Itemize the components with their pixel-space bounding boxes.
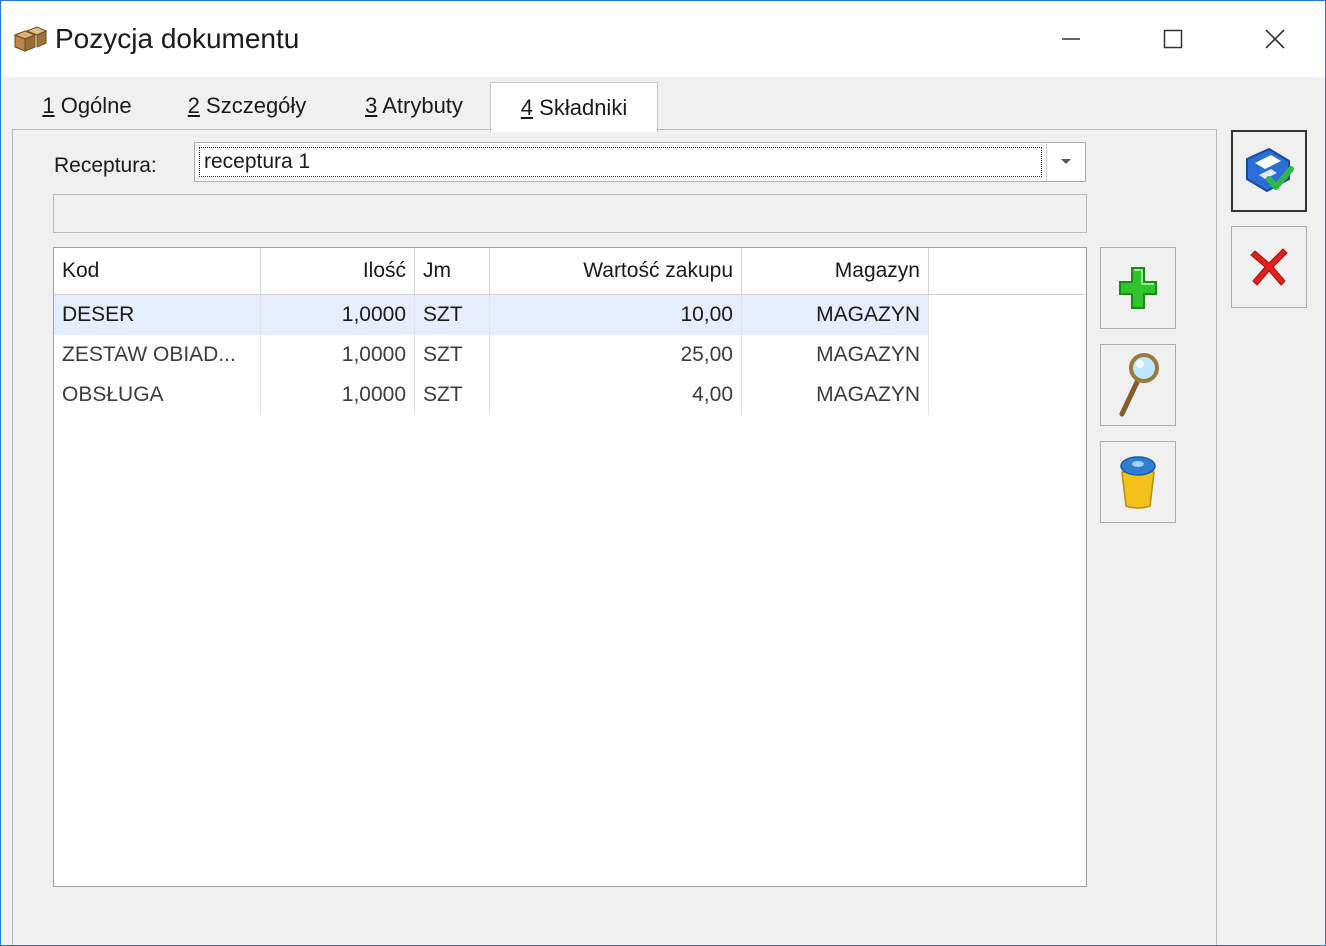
add-component-button[interactable] — [1100, 247, 1176, 329]
table-header: Kod Ilość Jm Wartość zakupu Magazyn — [54, 248, 1086, 295]
plus-icon — [1119, 267, 1157, 309]
save-icon — [1246, 147, 1294, 193]
chevron-down-icon — [1061, 159, 1071, 164]
recipe-select[interactable]: receptura 1 — [194, 142, 1086, 182]
cell-magazyn: MAGAZYN — [742, 335, 929, 375]
column-header-wartosc[interactable]: Wartość zakupu — [490, 248, 742, 294]
tab-components-label: Składniki — [533, 94, 628, 120]
cell-ilosc: 1,0000 — [261, 375, 415, 415]
recipe-dropdown-button[interactable] — [1046, 143, 1085, 181]
tab-general[interactable]: 1 Ogólne — [29, 81, 145, 131]
cell-wartosc: 10,00 — [490, 295, 742, 335]
magnifier-icon — [1119, 353, 1159, 417]
cancel-button[interactable] — [1231, 226, 1307, 308]
cell-kod: ZESTAW OBIAD... — [54, 335, 261, 375]
cell-jm: SZT — [415, 295, 490, 335]
minimize-icon — [1062, 38, 1080, 40]
recipe-select-value: receptura 1 — [199, 147, 1042, 177]
maximize-button[interactable] — [1143, 11, 1203, 67]
tab-attributes-label: Atrybuty — [377, 93, 463, 118]
tab-components[interactable]: 4 Składniki — [490, 82, 658, 132]
components-table[interactable]: Kod Ilość Jm Wartość zakupu Magazyn DESE… — [53, 247, 1087, 887]
cell-ilosc: 1,0000 — [261, 295, 415, 335]
window-title: Pozycja dokumentu — [55, 23, 300, 54]
recipe-info-field — [53, 194, 1087, 233]
tab-general-label: Ogólne — [54, 93, 132, 118]
tab-details-label: Szczegóły — [199, 93, 307, 118]
title-bar: Pozycja dokumentu — [1, 1, 1325, 77]
cell-wartosc: 25,00 — [490, 335, 742, 375]
document-item-window: Pozycja dokumentu 1 Ogólne 2 Szczegóły 3… — [0, 0, 1326, 946]
cell-magazyn: MAGAZYN — [742, 375, 929, 415]
column-header-magazyn[interactable]: Magazyn — [742, 248, 929, 294]
column-header-ilosc[interactable]: Ilość — [261, 248, 415, 294]
tab-details[interactable]: 2 Szczegóły — [171, 81, 323, 131]
save-button[interactable] — [1231, 130, 1307, 212]
table-row[interactable]: ZESTAW OBIAD... 1,0000 SZT 25,00 MAGAZYN — [54, 335, 929, 375]
cell-magazyn: MAGAZYN — [742, 295, 929, 335]
maximize-icon — [1163, 29, 1183, 49]
cancel-icon — [1250, 248, 1288, 286]
boxes-icon — [13, 25, 48, 55]
table-row[interactable]: DESER 1,0000 SZT 10,00 MAGAZYN — [54, 295, 929, 335]
recipe-label: Receptura: — [54, 154, 157, 177]
tab-attributes-hotkey: 3 — [365, 93, 378, 118]
table-row[interactable]: OBSŁUGA 1,0000 SZT 4,00 MAGAZYN — [54, 375, 929, 415]
close-icon — [1265, 29, 1285, 49]
minimize-button[interactable] — [1041, 11, 1101, 67]
column-header-kod[interactable]: Kod — [54, 248, 261, 294]
cell-jm: SZT — [415, 335, 490, 375]
trash-icon — [1120, 456, 1156, 509]
column-header-jm[interactable]: Jm — [415, 248, 490, 294]
cell-kod: DESER — [54, 295, 261, 335]
tab-attributes[interactable]: 3 Atrybuty — [347, 81, 481, 131]
cell-jm: SZT — [415, 375, 490, 415]
delete-component-button[interactable] — [1100, 441, 1176, 523]
cell-wartosc: 4,00 — [490, 375, 742, 415]
tab-components-hotkey: 4 — [520, 94, 534, 120]
close-window-button[interactable] — [1245, 11, 1305, 67]
tab-details-hotkey: 2 — [187, 93, 200, 118]
cell-kod: OBSŁUGA — [54, 375, 261, 415]
tab-general-hotkey: 1 — [42, 93, 55, 118]
preview-component-button[interactable] — [1100, 344, 1176, 426]
cell-ilosc: 1,0000 — [261, 335, 415, 375]
